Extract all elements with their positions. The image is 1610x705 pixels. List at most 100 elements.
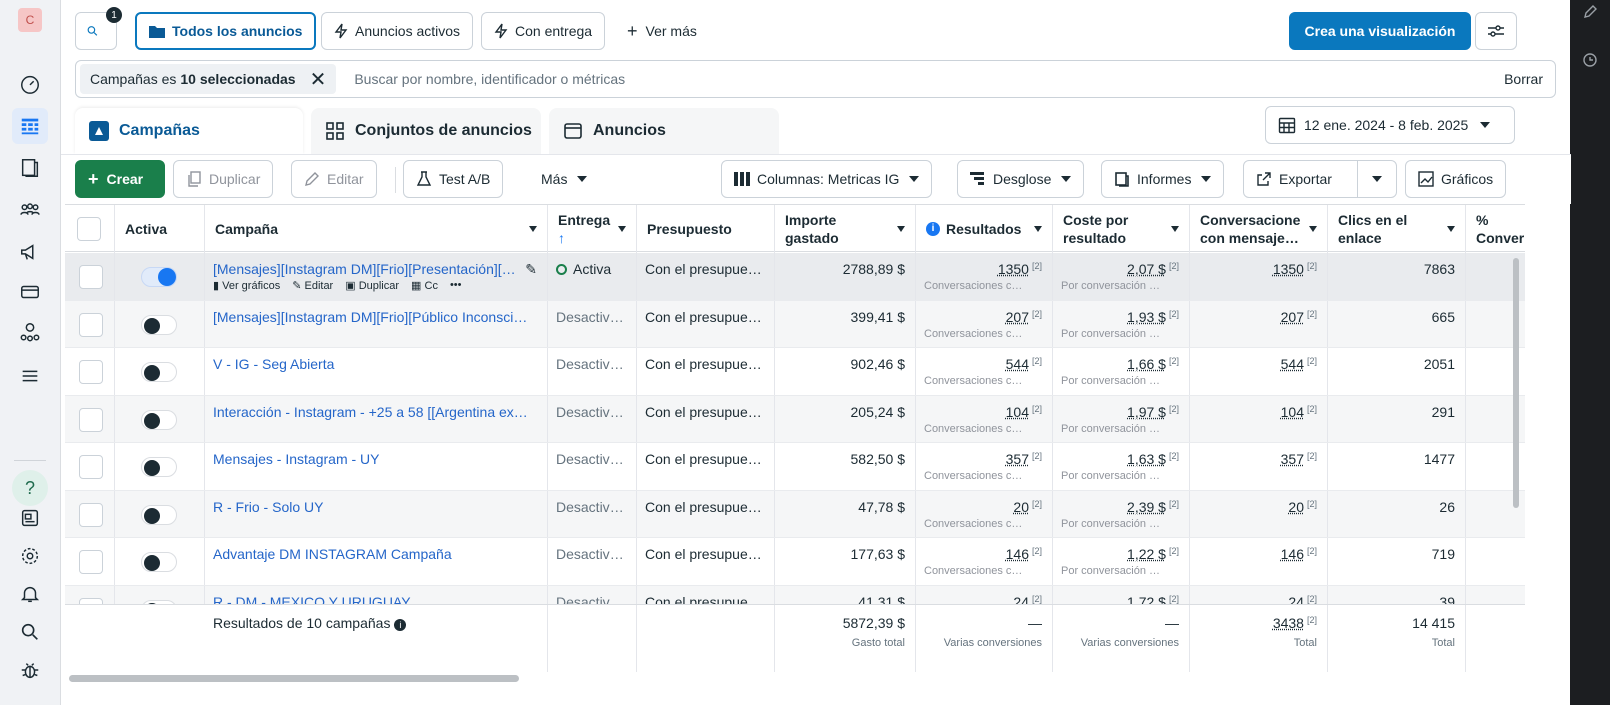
search-input[interactable]: Buscar por nombre, identificador o métri… — [354, 71, 625, 87]
table-row[interactable]: Advantaje DM INSTAGRAM Campaña Desactivad… — [65, 538, 1525, 586]
business-icon[interactable] — [16, 318, 44, 346]
col-link-clicks[interactable]: Clics en el enlace — [1328, 205, 1466, 253]
delivery-cell: Desactivado — [548, 395, 637, 442]
view-charts-link[interactable]: ▮ Ver gráficos — [213, 279, 280, 292]
tab-ads[interactable]: Anuncios — [549, 108, 779, 154]
table-row[interactable]: R - Frio - Solo UY Desactivado Con el pres… — [65, 490, 1525, 538]
campaign-name-link[interactable]: [Mensajes][Instagram DM][Frio][Presentac… — [213, 261, 516, 277]
history-icon[interactable] — [1582, 52, 1598, 68]
table-row[interactable]: [Mensajes][Instagram DM][Frio][Público I… — [65, 300, 1525, 348]
duplicate-button[interactable]: Duplicar — [173, 160, 274, 198]
create-view-button[interactable]: Crea una visualización — [1289, 12, 1471, 50]
filter-chip[interactable]: Campañas es 10 seleccionadas ✕ — [80, 64, 337, 94]
campaign-toggle[interactable] — [141, 552, 177, 572]
export-options-button[interactable] — [1357, 160, 1397, 198]
notifications-icon[interactable] — [16, 580, 44, 608]
campaign-toggle[interactable] — [141, 314, 177, 335]
search-toggle-button[interactable]: 1 — [75, 7, 122, 50]
columns-button[interactable]: Columnas: Metricas IG — [721, 160, 933, 198]
select-all-cell — [65, 205, 115, 253]
tab-adsets[interactable]: Conjuntos de anuncios — [311, 108, 541, 154]
col-results[interactable]: i Resultados — [916, 205, 1053, 253]
search-icon[interactable] — [16, 618, 44, 646]
table-row[interactable]: Interacción - Instagram - +25 a 58 [[Arg… — [65, 395, 1525, 443]
breakdown-button[interactable]: Desglose — [957, 160, 1085, 198]
news-icon[interactable] — [16, 504, 44, 532]
info-icon[interactable]: i — [926, 222, 940, 236]
view-with-delivery[interactable]: Con entrega — [481, 12, 606, 50]
pencil-icon[interactable]: ✎ — [525, 261, 537, 278]
col-delivery[interactable]: Entrega ↑ — [548, 205, 637, 253]
edit-icon[interactable] — [1582, 4, 1598, 20]
row-checkbox[interactable] — [79, 455, 103, 479]
campaign-toggle[interactable] — [141, 409, 177, 430]
table-row[interactable]: V - IG - Seg Abierta Desactivado Con el pr… — [65, 348, 1525, 396]
col-cost-per-result[interactable]: Coste por resultado — [1053, 205, 1190, 253]
campaign-name-link[interactable]: Mensajes - Instagram - UY — [213, 451, 380, 467]
campaign-toggle[interactable] — [141, 267, 177, 287]
ab-test-button[interactable]: Test A/B — [403, 160, 504, 198]
menu-icon[interactable] — [16, 362, 44, 390]
conversations-cell: 207 [2] — [1190, 300, 1328, 347]
compare-link[interactable]: ▦ Cc — [411, 279, 438, 292]
charts-button[interactable]: Gráficos — [1405, 160, 1507, 198]
close-icon[interactable]: ✕ — [310, 67, 327, 92]
megaphone-icon[interactable] — [16, 238, 44, 266]
more-actions-link[interactable]: ••• — [450, 279, 462, 292]
vertical-scrollbar[interactable] — [1513, 258, 1519, 508]
col-conversations[interactable]: Conversacione con mensaje… — [1190, 205, 1328, 253]
row-checkbox[interactable] — [79, 502, 103, 527]
row-select-cell — [65, 253, 115, 300]
pages-icon[interactable] — [16, 154, 44, 182]
see-more-views-button[interactable]: + Ver más — [615, 12, 709, 50]
col-budget[interactable]: Presupuesto — [637, 205, 775, 253]
row-checkbox[interactable] — [79, 550, 103, 574]
date-range-picker[interactable]: 12 ene. 2024 - 8 feb. 2025 — [1265, 106, 1515, 144]
campaign-name-link[interactable]: V - IG - Seg Abierta — [213, 356, 334, 372]
col-amount-spent[interactable]: Importe gastado — [775, 205, 916, 253]
table-row[interactable]: [Mensajes][Instagram DM][Frio][Presentac… — [65, 253, 1525, 301]
export-button[interactable]: Exportar — [1243, 160, 1359, 198]
table-row[interactable]: Mensajes - Instagram - UY Desactivado Con … — [65, 443, 1525, 491]
view-settings-button[interactable] — [1475, 12, 1517, 50]
row-checkbox[interactable] — [79, 360, 103, 384]
col-campaign[interactable]: Campaña — [205, 205, 548, 253]
duplicate-link[interactable]: ▣ Duplicar — [345, 279, 399, 292]
account-avatar[interactable]: C — [18, 8, 42, 32]
row-checkbox[interactable] — [79, 312, 103, 337]
campaign-toggle[interactable] — [141, 457, 177, 477]
campaign-name-link[interactable]: Interacción - Instagram - +25 a 58 [[Arg… — [213, 404, 528, 420]
audiences-icon[interactable] — [16, 196, 44, 224]
cost-cell: 1,97 $ [2] Por conversación … — [1053, 395, 1190, 442]
settings-icon[interactable] — [16, 542, 44, 570]
billing-icon[interactable] — [16, 278, 44, 306]
edit-link[interactable]: ✎ Editar — [292, 279, 333, 292]
campaign-toggle[interactable] — [141, 362, 177, 382]
bug-report-icon[interactable] — [16, 656, 44, 684]
row-checkbox[interactable] — [79, 265, 103, 289]
campaign-name-link[interactable]: Advantaje DM INSTAGRAM Campaña — [213, 546, 452, 562]
horizontal-scrollbar[interactable] — [69, 675, 519, 682]
dashboard-icon[interactable] — [16, 70, 44, 98]
info-icon[interactable]: i — [394, 619, 407, 631]
create-campaign-button[interactable]: + Crear — [75, 160, 165, 198]
budget-cell: Con el presupues… — [637, 490, 775, 537]
row-checkbox[interactable] — [79, 407, 103, 432]
view-all-ads[interactable]: Todos los anuncios — [135, 12, 317, 50]
edit-button[interactable]: Editar — [291, 160, 377, 198]
tab-campaigns[interactable]: Campañas — [75, 108, 303, 154]
campaign-name-link[interactable]: R - Frio - Solo UY — [213, 499, 323, 515]
bolt-icon — [334, 23, 348, 39]
clear-filters-button[interactable]: Borrar — [1504, 71, 1543, 87]
more-actions-button[interactable]: Más — [529, 160, 599, 198]
view-active-ads[interactable]: Anuncios activos — [321, 12, 474, 50]
col-conversion-pct[interactable]: % Conver — [1466, 205, 1525, 253]
select-all-checkbox[interactable] — [77, 217, 101, 241]
campaign-name-link[interactable]: [Mensajes][Instagram DM][Frio][Público I… — [213, 309, 527, 325]
ads-manager-icon[interactable] — [12, 108, 48, 144]
col-active[interactable]: Activa — [115, 205, 205, 253]
help-icon[interactable]: ? — [12, 470, 48, 506]
left-nav-rail: C ? — [0, 0, 60, 705]
campaign-toggle[interactable] — [141, 504, 177, 525]
reports-button[interactable]: Informes — [1101, 160, 1225, 198]
